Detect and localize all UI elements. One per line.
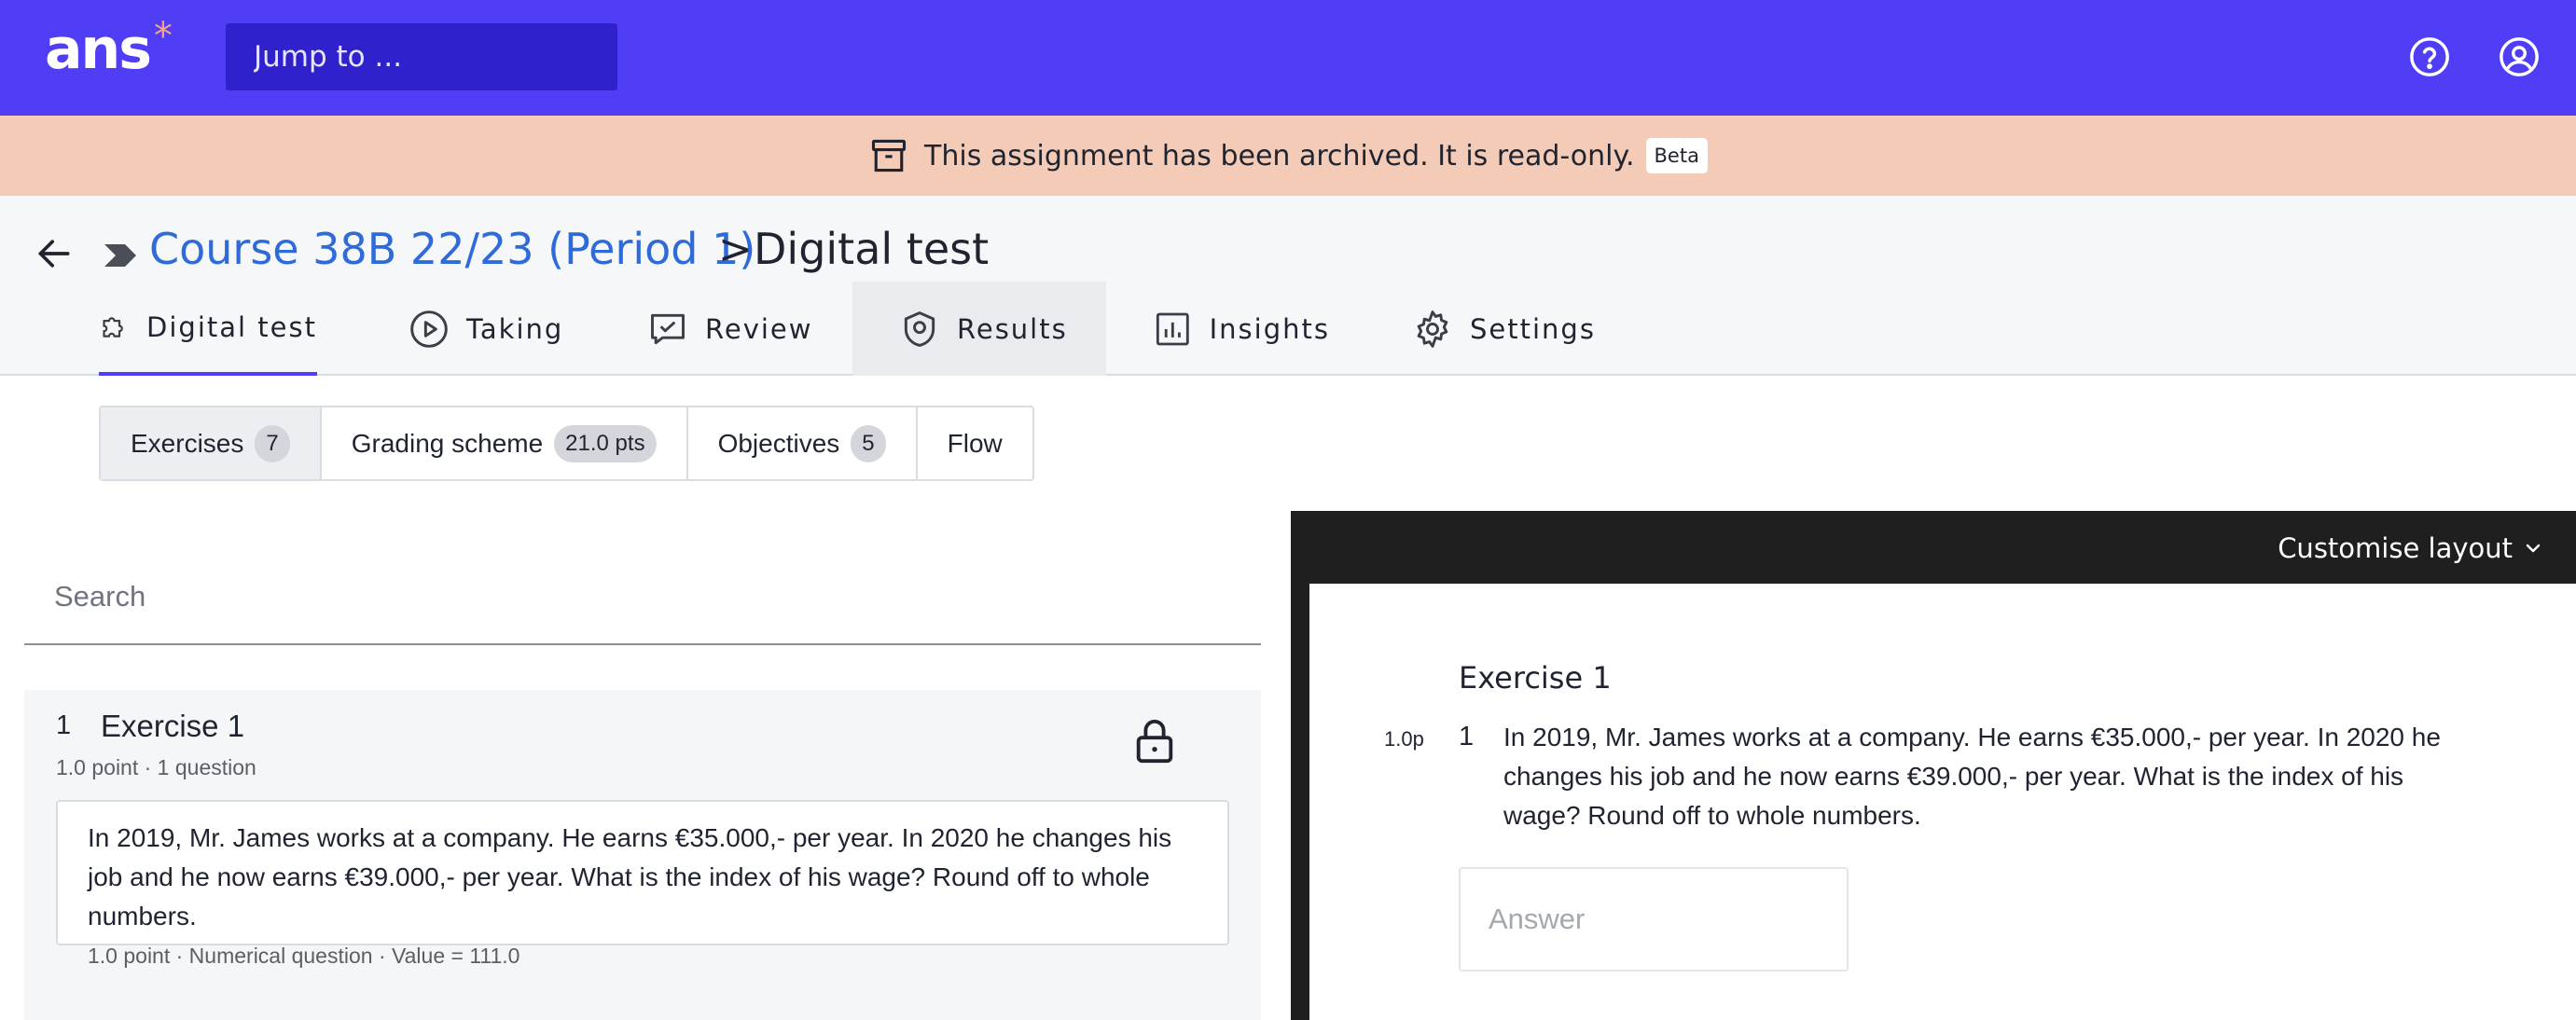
breadcrumb-course-link[interactable]: Course 38B 22/23 (Period 1) (149, 224, 755, 274)
subtab-flow[interactable]: Flow (918, 407, 1032, 479)
preview-question-text: In 2019, Mr. James works at a company. H… (1503, 723, 2441, 830)
chat-check-icon (651, 313, 685, 344)
tab-label: Review (705, 312, 813, 345)
tab-results[interactable]: Results (852, 282, 1106, 376)
exercise-meta: 1.0 point · 1 question (56, 755, 256, 779)
subtab-label: Exercises (131, 428, 244, 458)
play-circle-icon (410, 310, 448, 348)
archived-message: This assignment has been archived. It is… (924, 139, 1635, 172)
tab-insights[interactable]: Insights (1153, 282, 1330, 376)
tab-taking[interactable]: Taking (409, 282, 567, 376)
logo-text: ans (45, 17, 152, 82)
preview-points: 1.0p (1384, 727, 1424, 751)
help-circle-icon[interactable] (2408, 35, 2451, 78)
jump-to-input[interactable] (226, 23, 617, 90)
preview-question-number: 1 (1459, 722, 1475, 751)
exercise-number: 1 (56, 710, 72, 740)
assignment-tabs: Digital test Taking Review Results Insig… (0, 282, 2576, 376)
content-subtabs: Exercises 7 Grading scheme 21.0 pts Obje… (99, 406, 1034, 481)
chevron-down-icon (2526, 544, 2541, 553)
beta-badge: Beta (1645, 138, 1708, 173)
answer-field (1459, 867, 1849, 972)
archive-box-icon (871, 139, 907, 172)
subtab-label: Flow (947, 428, 1003, 458)
page-title: Digital test (754, 224, 990, 274)
archived-banner: This assignment has been archived. It is… (0, 116, 2576, 196)
shield-icon (904, 310, 935, 347)
tab-label: Insights (1209, 312, 1330, 345)
user-circle-icon[interactable] (2498, 35, 2541, 78)
grading-points-badge: 21.0 pts (554, 424, 657, 462)
exercise-card[interactable]: 1 Exercise 1 1.0 point · 1 question In 2… (24, 690, 1261, 1020)
exercise-search (24, 550, 1261, 645)
page-header: Course 38B 22/23 (Period 1) > Digital te… (0, 196, 2576, 376)
preview-exercise-title: Exercise 1 (1459, 660, 1612, 696)
customise-layout-button[interactable]: Customise layout (2278, 530, 2544, 567)
subtab-label: Objectives (717, 428, 840, 458)
preview-content: Exercise 1 1.0p 1 In 2019, Mr. James wor… (1309, 584, 2576, 1020)
subtab-label: Grading scheme (351, 428, 544, 458)
tab-label: Results (957, 312, 1068, 345)
search-input[interactable] (24, 550, 1261, 643)
ans-logo[interactable]: ans * (45, 15, 173, 82)
exercises-count-badge: 7 (255, 424, 290, 462)
breadcrumb-separator: > (718, 226, 753, 273)
tab-label: Taking (466, 312, 564, 345)
back-arrow-icon[interactable] (34, 233, 75, 274)
question-text: In 2019, Mr. James works at a company. H… (88, 823, 1172, 930)
customise-layout-label: Customise layout (2278, 532, 2513, 564)
lock-icon[interactable] (1134, 718, 1175, 765)
subtab-objectives[interactable]: Objectives 5 (688, 407, 918, 479)
subtab-grading-scheme[interactable]: Grading scheme 21.0 pts (322, 407, 688, 479)
puzzle-icon (103, 316, 123, 338)
tab-settings[interactable]: Settings (1412, 282, 1599, 376)
breadcrumb-chevron-icon (104, 244, 136, 267)
tab-label: Digital test (146, 310, 317, 343)
tab-digital-test[interactable]: Digital test (99, 282, 317, 376)
preview-panel: Customise layout Exercise 1 1.0p 1 In 20… (1291, 511, 2576, 1020)
bar-chart-icon (1156, 312, 1189, 345)
logo-asterisk: * (153, 15, 173, 58)
exercise-title: Exercise 1 (101, 709, 245, 743)
answer-input[interactable] (1461, 869, 1847, 970)
objectives-count-badge: 5 (851, 424, 886, 462)
jump-to-search[interactable] (226, 23, 617, 90)
top-bar: ans * (0, 0, 2576, 116)
tab-label: Settings (1470, 312, 1596, 345)
subtab-exercises[interactable]: Exercises 7 (101, 407, 322, 479)
question-meta: 1.0 point · Numerical question · Value =… (88, 944, 520, 968)
question-card[interactable]: In 2019, Mr. James works at a company. H… (56, 800, 1229, 968)
tab-review[interactable]: Review (647, 282, 815, 376)
gear-icon (1417, 310, 1448, 348)
